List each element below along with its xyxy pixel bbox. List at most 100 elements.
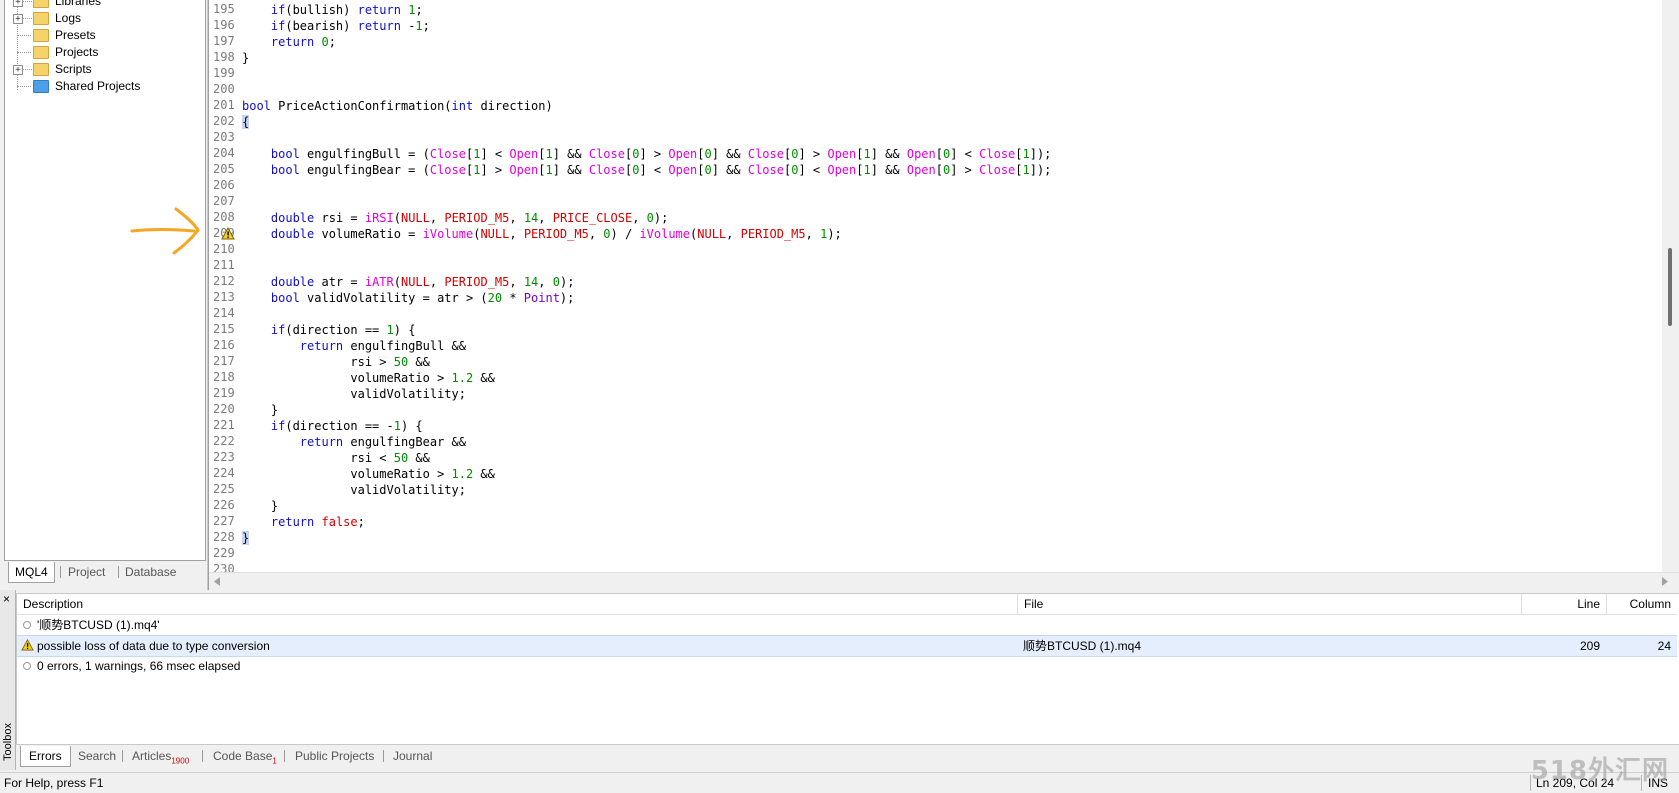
- code-token: (direction ==: [285, 323, 387, 337]
- code-line[interactable]: if(bullish) return 1;: [242, 2, 423, 18]
- code-line[interactable]: if(direction == -1) {: [242, 418, 423, 434]
- code-token: (: [393, 275, 401, 289]
- code-token: [: [538, 163, 546, 177]
- tab-articles[interactable]: Articles1900: [132, 746, 189, 766]
- toolbox-sidebar: × Toolbox: [0, 590, 16, 770]
- tree-item-presets[interactable]: Presets: [5, 26, 205, 44]
- code-line[interactable]: if(direction == 1) {: [242, 322, 416, 338]
- code-token: &&: [473, 467, 495, 481]
- code-token: false: [321, 515, 358, 529]
- info-dot-icon: [23, 662, 31, 670]
- tab-separator: [118, 566, 119, 578]
- tab-database[interactable]: Database: [125, 562, 176, 582]
- code-line[interactable]: bool PriceActionConfirmation(int directi…: [242, 98, 553, 114]
- code-line[interactable]: }: [242, 402, 278, 418]
- column-header-description[interactable]: Description: [17, 594, 1018, 615]
- code-token: 1.2: [451, 467, 474, 481]
- code-line[interactable]: volumeRatio > 1.2 &&: [242, 466, 495, 482]
- code-line[interactable]: if(bearish) return -1;: [242, 18, 430, 34]
- tab-separator: [284, 750, 285, 762]
- error-row-selected[interactable]: possible loss of data due to type conver…: [17, 635, 1677, 657]
- tree-item-projects[interactable]: Projects: [5, 43, 205, 61]
- code-text-area[interactable]: if(bullish) return 1; if(bearish) return…: [242, 0, 1662, 572]
- scroll-left-icon[interactable]: [213, 577, 221, 586]
- code-token: bool: [270, 163, 300, 177]
- scroll-right-icon[interactable]: [1661, 577, 1669, 586]
- code-token: ,: [805, 227, 821, 241]
- code-token: iATR: [364, 275, 394, 289]
- tab-search[interactable]: Search: [78, 746, 116, 766]
- code-token: volumeRatio >: [242, 371, 452, 385]
- code-token: (: [393, 211, 401, 225]
- tab-errors[interactable]: Errors: [20, 746, 71, 767]
- code-line[interactable]: bool validVolatility = atr > (20 * Point…: [242, 290, 574, 306]
- code-editor[interactable]: 195 196 197 198 199 200 201 202 203 204 205 206 207 2…: [208, 0, 1679, 590]
- watermark-logo: 518外汇网: [1530, 756, 1669, 786]
- error-file: 顺势BTCUSD (1).mq4: [1023, 639, 1142, 653]
- tree-item-logs[interactable]: + Logs: [5, 9, 205, 27]
- code-token: rsi <: [242, 451, 394, 465]
- column-header-file[interactable]: File: [1018, 594, 1522, 615]
- tab-code-base[interactable]: Code Base1: [213, 746, 277, 766]
- code-line[interactable]: }: [242, 498, 278, 514]
- tree-item-shared-projects[interactable]: Shared Projects: [5, 77, 205, 95]
- code-token: 0: [603, 227, 611, 241]
- code-line[interactable]: return engulfingBear &&: [242, 434, 466, 450]
- code-token: ]);: [1029, 147, 1052, 161]
- code-token: 14: [523, 211, 539, 225]
- code-token: );: [653, 211, 669, 225]
- code-line[interactable]: }: [242, 530, 250, 546]
- code-token: return: [299, 435, 344, 449]
- code-line[interactable]: double rsi = iRSI(NULL, PERIOD_M5, 14, P…: [242, 210, 668, 226]
- code-line[interactable]: return engulfingBull &&: [242, 338, 466, 354]
- error-description: possible loss of data due to type conver…: [37, 639, 270, 653]
- code-line[interactable]: bool engulfingBear = (Close[1] > Open[1]…: [242, 162, 1052, 178]
- code-line[interactable]: double volumeRatio = iVolume(NULL, PERIO…: [242, 226, 842, 242]
- code-token: );: [559, 291, 575, 305]
- code-token: 0: [704, 147, 712, 161]
- code-token: &&: [408, 355, 430, 369]
- code-line[interactable]: }: [242, 50, 249, 66]
- code-token: (bearish): [285, 19, 358, 33]
- code-token: PriceActionConfirmation(: [270, 99, 452, 113]
- error-row[interactable]: '顺势BTCUSD (1).mq4': [17, 615, 1677, 635]
- tree-item-label: Presets: [55, 28, 96, 42]
- code-token: NULL: [400, 275, 430, 289]
- code-token: ] >: [798, 147, 828, 161]
- code-line[interactable]: bool engulfingBull = (Close[1] < Open[1]…: [242, 146, 1052, 162]
- scrollbar-thumb[interactable]: [1668, 248, 1672, 326]
- tab-mql4[interactable]: MQL4: [8, 562, 55, 583]
- close-icon[interactable]: ×: [3, 592, 10, 606]
- code-token: ] &&: [552, 147, 589, 161]
- tab-project[interactable]: Project: [68, 562, 105, 582]
- code-line[interactable]: double atr = iATR(NULL, PERIOD_M5, 14, 0…: [242, 274, 575, 290]
- tab-journal[interactable]: Journal: [393, 746, 432, 766]
- horizontal-scrollbar[interactable]: [209, 572, 1679, 590]
- code-token: [: [935, 163, 943, 177]
- column-header-line[interactable]: Line: [1522, 594, 1607, 615]
- code-token: 50: [393, 355, 409, 369]
- code-line[interactable]: return 0;: [242, 34, 336, 50]
- vertical-scrollbar[interactable]: [1662, 0, 1679, 572]
- code-token: [: [856, 147, 864, 161]
- error-description: '顺势BTCUSD (1).mq4': [37, 618, 160, 632]
- code-line[interactable]: rsi < 50 &&: [242, 450, 430, 466]
- code-token: Open: [906, 163, 936, 177]
- code-line[interactable]: return false;: [242, 514, 365, 530]
- line-number-gutter: 195 196 197 198 199 200 201 202 203 204 205 206 207 2…: [209, 0, 241, 576]
- code-line[interactable]: validVolatility;: [242, 386, 466, 402]
- code-line[interactable]: validVolatility;: [242, 482, 466, 498]
- expand-icon[interactable]: +: [13, 65, 23, 75]
- error-row[interactable]: 0 errors, 1 warnings, 66 msec elapsed: [17, 656, 1677, 676]
- code-line[interactable]: rsi > 50 &&: [242, 354, 430, 370]
- tab-public-projects[interactable]: Public Projects: [295, 746, 374, 766]
- code-line[interactable]: volumeRatio > 1.2 &&: [242, 370, 495, 386]
- code-token: ,: [509, 211, 524, 225]
- tree-item-scripts[interactable]: + Scripts: [5, 60, 205, 78]
- column-header-column[interactable]: Column: [1607, 594, 1677, 615]
- code-line[interactable]: {: [242, 114, 250, 130]
- expand-icon[interactable]: +: [13, 14, 23, 24]
